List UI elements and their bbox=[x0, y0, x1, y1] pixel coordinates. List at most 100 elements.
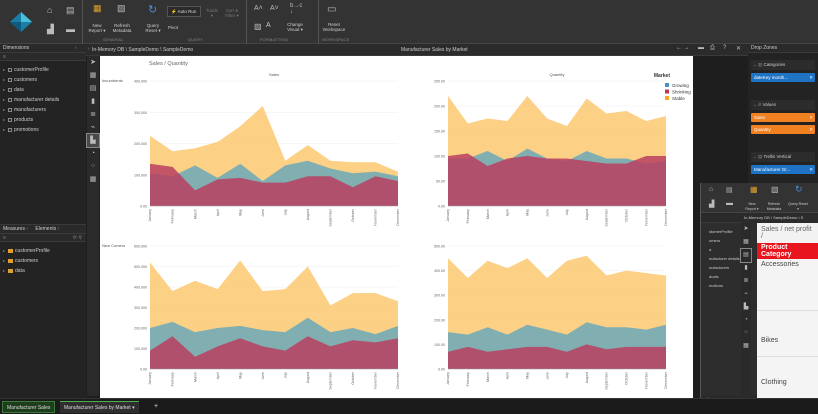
dimension-item[interactable]: ▸ customerProfile bbox=[0, 65, 86, 75]
document-icon[interactable]: ▤ bbox=[66, 5, 75, 16]
table-visual-icon[interactable]: ▦ bbox=[741, 236, 751, 249]
category-pill[interactable]: dateKey month... ✕ bbox=[751, 73, 815, 82]
value-pill-sales[interactable]: Sales ✕ bbox=[751, 113, 815, 122]
breadcrumb[interactable]: In-Memory DB \ SampleDemo \ SampleDemo bbox=[92, 47, 193, 53]
new-report-icon[interactable]: ▦ bbox=[93, 3, 102, 14]
pie-chart-icon[interactable]: ◔ bbox=[87, 147, 99, 160]
text-style-icon[interactable]: b→c ↓ bbox=[290, 3, 302, 15]
secondary-breadcrumb[interactable]: In-Memory DB \ SampleDemo \ S bbox=[741, 213, 818, 223]
print-icon[interactable]: ⎙ bbox=[710, 45, 715, 52]
sort-filter-button[interactable]: Sort & Filter ▾ bbox=[224, 8, 240, 18]
pivot-button[interactable]: Pivot bbox=[168, 25, 178, 30]
folder-icon[interactable]: ▬ bbox=[726, 200, 733, 207]
trellis-zone[interactable]: ⌄ ▤ Trellis Vertical Manufacturer Gr... ✕ bbox=[751, 152, 815, 174]
folder-icon[interactable]: ▬ bbox=[66, 24, 75, 34]
back-icon[interactable]: ‹ bbox=[88, 46, 90, 52]
nav-arrows-icon[interactable]: ← → bbox=[676, 45, 690, 51]
stacked-bar-icon[interactable]: ≣ bbox=[87, 108, 99, 121]
expand-icon[interactable]: ▸ bbox=[3, 85, 5, 95]
close-icon[interactable]: ✕ bbox=[736, 45, 741, 52]
refresh-metadata-icon[interactable]: ▧ bbox=[771, 185, 779, 194]
tab-manufacturer-sales-by-market[interactable]: Manufacturer Sales by Market ▾ bbox=[60, 401, 139, 413]
area-chart-icon[interactable]: ▙ bbox=[741, 301, 751, 314]
refresh-metadata-icon[interactable]: ▧ bbox=[117, 3, 126, 14]
query-reset-icon[interactable]: ↻ bbox=[148, 3, 157, 16]
list-icon[interactable]: ≡ bbox=[3, 54, 6, 60]
dimension-item[interactable]: ▸ promotions bbox=[0, 125, 86, 135]
help-icon[interactable]: ? bbox=[723, 45, 726, 51]
grid-visual-icon[interactable]: ▤ bbox=[740, 248, 752, 263]
home-icon[interactable]: ⌂ bbox=[709, 186, 713, 193]
collapse-icon[interactable]: ‹ bbox=[75, 44, 77, 53]
document-icon[interactable]: ▤ bbox=[726, 186, 733, 194]
measures-tab[interactable]: Measures bbox=[3, 226, 25, 232]
more-visuals-icon[interactable]: ▦ bbox=[741, 340, 751, 353]
combo-chart-icon[interactable]: ⌁ bbox=[87, 121, 99, 134]
fill-color-icon[interactable]: ▨ bbox=[254, 22, 262, 31]
new-report-button[interactable]: New Report ▾ bbox=[88, 23, 106, 33]
measure-item[interactable]: ▸ customerProfile bbox=[0, 246, 86, 256]
expand-icon[interactable]: ▸ bbox=[3, 266, 5, 276]
combo-chart-icon[interactable]: ⌁ bbox=[741, 288, 751, 301]
auto-run-toggle[interactable]: ⚡ Auto Run bbox=[167, 6, 201, 17]
refresh-metadata-button[interactable]: Refresh Metadata bbox=[111, 23, 133, 33]
grid-visual-icon[interactable]: ▤ bbox=[87, 82, 99, 95]
categories-zone[interactable]: ⌄ ▥ Categories dateKey month... ✕ bbox=[751, 60, 815, 82]
reset-workspace-icon[interactable]: ▭ bbox=[327, 4, 336, 15]
reset-workspace-button[interactable]: Reset Workspace bbox=[321, 22, 347, 32]
query-reset-icon[interactable]: ↻ bbox=[795, 184, 803, 195]
font-color-icon[interactable]: A bbox=[266, 22, 271, 29]
dimension-item[interactable]: ▸ manufacturers bbox=[0, 105, 86, 115]
pointer-tool-icon[interactable]: ➤ bbox=[87, 56, 99, 69]
remove-icon[interactable]: ✕ bbox=[809, 165, 813, 174]
more-visuals-icon[interactable]: ▦ bbox=[87, 173, 99, 186]
new-report-button[interactable]: New Report ▾ bbox=[744, 202, 760, 212]
expand-icon[interactable]: ▸ bbox=[3, 125, 5, 135]
dashboard-icon[interactable]: ▟ bbox=[47, 24, 54, 35]
pointer-tool-icon[interactable]: ➤ bbox=[741, 223, 751, 236]
remove-icon[interactable]: ✕ bbox=[809, 73, 813, 82]
expand-icon[interactable]: ▸ bbox=[3, 246, 5, 256]
new-report-icon[interactable]: ▦ bbox=[750, 185, 758, 194]
product-category-header[interactable]: Product Category bbox=[757, 243, 818, 259]
area-chart-icon[interactable]: ▙ bbox=[86, 133, 100, 148]
search-icon[interactable]: ⟳ ⚲ bbox=[73, 234, 82, 242]
measure-item[interactable]: ▸ data bbox=[0, 266, 86, 276]
add-tab-button[interactable]: + bbox=[150, 401, 162, 413]
expand-icon[interactable]: ▸ bbox=[3, 75, 5, 85]
dimension-item[interactable]: ▸ manufacturer details bbox=[0, 95, 86, 105]
expand-icon[interactable]: ▸ bbox=[3, 256, 5, 266]
dashboard-icon[interactable]: ▟ bbox=[709, 200, 714, 208]
query-reset-button[interactable]: Query Reset ▾ bbox=[788, 202, 808, 212]
expand-icon[interactable]: ▸ bbox=[3, 65, 5, 75]
dimension-item[interactable]: ▸ data bbox=[0, 85, 86, 95]
query-reset-button[interactable]: Query Reset ▾ bbox=[143, 23, 163, 33]
remove-icon[interactable]: ✕ bbox=[809, 125, 813, 134]
expand-icon[interactable]: ▸ bbox=[3, 95, 5, 105]
scatter-chart-icon[interactable]: ⁘ bbox=[87, 160, 99, 173]
trellis-area-chart[interactable]: Sales / Quantity Incumbents New Comers Mark… bbox=[100, 56, 693, 398]
expand-icon[interactable]: ▸ bbox=[3, 115, 5, 125]
increase-font-button[interactable]: A˄ bbox=[254, 5, 263, 12]
value-pill-quantity[interactable]: Quantity ✕ bbox=[751, 125, 815, 134]
expand-icon[interactable]: ▸ bbox=[3, 105, 5, 115]
category-row-accessories[interactable]: Accessories bbox=[757, 259, 818, 311]
pie-chart-icon[interactable]: ◔ bbox=[741, 314, 751, 327]
save-icon[interactable]: ▬ bbox=[698, 45, 704, 51]
refresh-metadata-button[interactable]: Refresh Metadata bbox=[764, 202, 784, 212]
table-visual-icon[interactable]: ▦ bbox=[87, 69, 99, 82]
elements-tab[interactable]: Elements bbox=[35, 226, 56, 232]
dimension-item[interactable]: ▸ products bbox=[0, 115, 86, 125]
scatter-chart-icon[interactable]: ⁘ bbox=[741, 327, 751, 340]
decrease-font-button[interactable]: A˅ bbox=[270, 5, 279, 12]
category-row-bikes[interactable]: Bikes bbox=[757, 311, 818, 357]
values-zone[interactable]: ⌄ ıll Values Sales ✕ Quantity ✕ bbox=[751, 100, 815, 134]
dimension-item[interactable]: ▸ customers bbox=[0, 75, 86, 85]
trellis-pill[interactable]: Manufacturer Gr... ✕ bbox=[751, 165, 815, 174]
home-icon[interactable]: ⌂ bbox=[47, 5, 52, 15]
remove-icon[interactable]: ✕ bbox=[809, 113, 813, 122]
stacked-bar-icon[interactable]: ≣ bbox=[741, 275, 751, 288]
change-visual-button[interactable]: Change Visual ▾ bbox=[283, 22, 307, 32]
bar-chart-icon[interactable]: ▮ bbox=[741, 262, 751, 275]
totals-button[interactable]: Totals ▾ bbox=[205, 8, 219, 18]
